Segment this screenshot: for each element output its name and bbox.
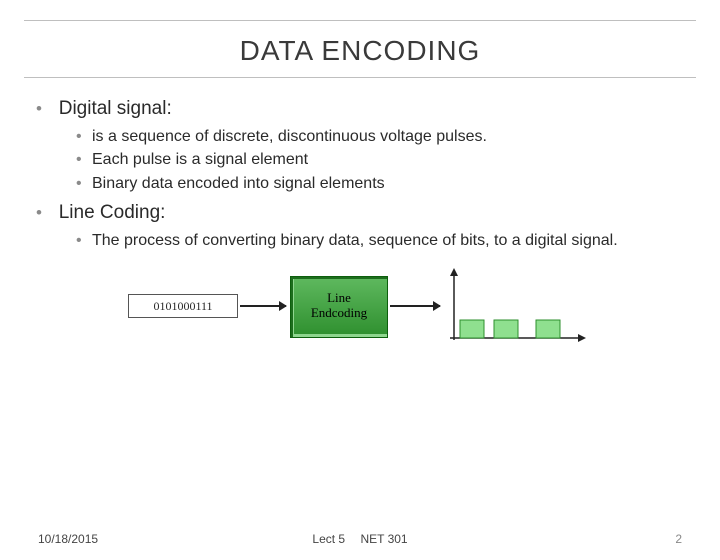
sub-bullet: is a sequence of discrete, discontinuous… bbox=[76, 126, 680, 148]
footer-lecture: Lect 5 bbox=[312, 532, 345, 546]
bullet-line-coding: Line Coding: The process of converting b… bbox=[36, 200, 680, 251]
arrow-icon bbox=[390, 305, 440, 307]
slide-title: DATA ENCODING bbox=[24, 35, 696, 67]
content-area: Digital signal: is a sequence of discret… bbox=[0, 78, 720, 352]
footer-center: Lect 5 NET 301 bbox=[306, 532, 413, 546]
encoder-label-1: Line bbox=[291, 291, 387, 306]
digital-signal-plot bbox=[446, 268, 586, 344]
sub-bullet: Binary data encoded into signal elements bbox=[76, 173, 680, 195]
footer-page-number: 2 bbox=[675, 532, 682, 546]
bullet-label: Digital signal: bbox=[59, 98, 172, 119]
sub-bullet: The process of converting binary data, s… bbox=[76, 230, 680, 252]
footer-date: 10/18/2015 bbox=[38, 532, 98, 546]
title-band: DATA ENCODING bbox=[24, 20, 696, 78]
bullet-digital-signal: Digital signal: is a sequence of discret… bbox=[36, 96, 680, 194]
bits-box: 0101000111 bbox=[128, 294, 238, 318]
slide: DATA ENCODING Digital signal: is a seque… bbox=[0, 20, 720, 560]
footer-course: NET 301 bbox=[360, 532, 407, 546]
line-coding-diagram: 0101000111 Line Endcoding bbox=[128, 262, 588, 352]
bullet-label: Line Coding: bbox=[59, 202, 166, 223]
encoder-box: Line Endcoding bbox=[290, 276, 388, 338]
arrow-icon bbox=[240, 305, 286, 307]
encoder-label-2: Endcoding bbox=[291, 306, 387, 321]
sub-bullet: Each pulse is a signal element bbox=[76, 149, 680, 171]
slide-footer: 10/18/2015 Lect 5 NET 301 2 bbox=[0, 532, 720, 546]
